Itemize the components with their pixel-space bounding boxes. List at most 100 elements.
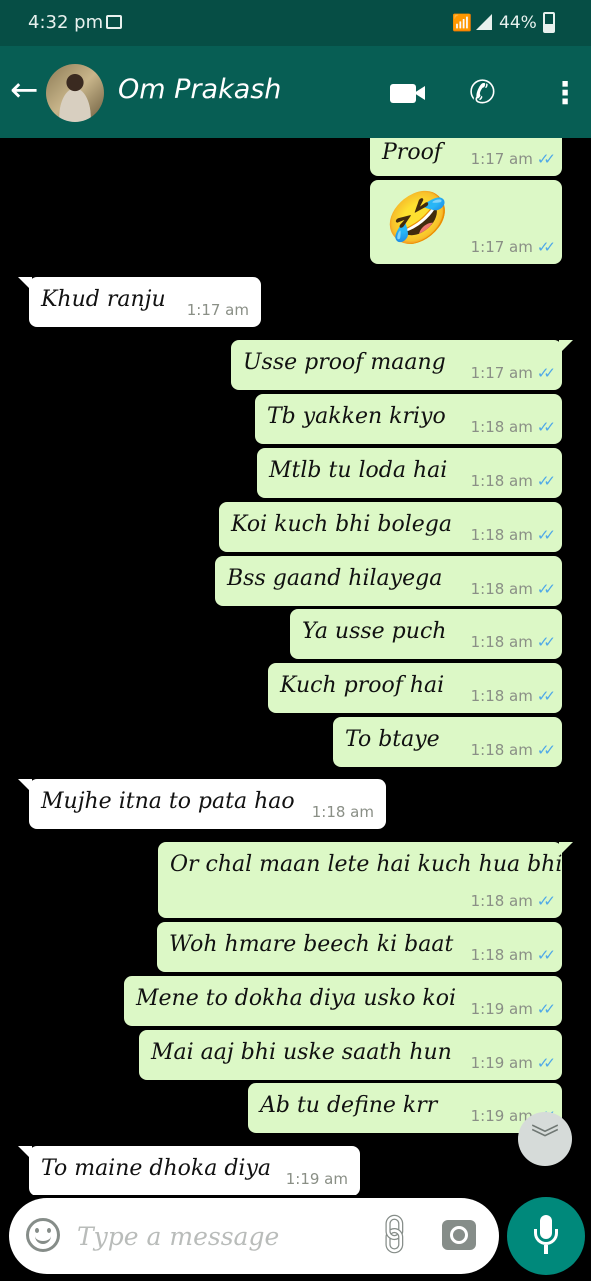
message-meta: 1:17 am ✓✓ [470, 364, 556, 382]
message-meta: 1:18 am ✓✓ [470, 633, 556, 651]
message-meta: 1:18 am ✓✓ [470, 741, 556, 759]
message-meta: 1:17 am ✓✓ [470, 238, 556, 256]
status-time: 4:32 pm [28, 12, 104, 33]
contact-avatar[interactable] [46, 64, 104, 122]
message-text: Ya usse puch [302, 619, 447, 644]
message-bubble-in[interactable]: Khud ranju 1:17 am [18, 277, 261, 327]
read-receipt-icon: ✓✓ [536, 472, 556, 490]
message-bubble-out[interactable]: Mai aaj bhi uske saath hun 1:19 am ✓✓ [139, 1030, 562, 1080]
message-bubble-out[interactable]: Mtlb tu loda hai 1:18 am ✓✓ [257, 448, 562, 498]
message-time: 1:18 am [470, 472, 533, 490]
message-meta: 1:18 am ✓✓ [470, 687, 556, 705]
double-chevron-down-icon[interactable]: ︾ [518, 1112, 572, 1166]
video-call-icon[interactable] [390, 84, 425, 103]
message-bubble-out[interactable]: Bss gaand hilayega 1:18 am ✓✓ [215, 556, 562, 606]
message-bubble-out[interactable]: 🤣 1:17 am ✓✓ [370, 180, 562, 264]
message-time: 1:18 am [311, 803, 374, 821]
message-time: 1:19 am [470, 1000, 533, 1018]
mic-icon-stand [544, 1245, 548, 1254]
message-text: Ab tu define krr [260, 1093, 438, 1118]
message-meta: 1:17 am [187, 301, 249, 319]
message-time: 1:18 am [470, 418, 533, 436]
emoji-message: 🤣 [382, 189, 445, 247]
signal-icon [476, 14, 492, 30]
more-vert-icon[interactable]: ⋮ [550, 76, 580, 112]
attach-icon[interactable]: 🔗︎ [367, 1206, 423, 1262]
message-bubble-out[interactable]: Usse proof maang 1:17 am ✓✓ [231, 340, 573, 390]
read-receipt-icon: ✓✓ [536, 1000, 556, 1018]
message-bubble-in[interactable]: To maine dhoka diya 1:19 am [18, 1146, 360, 1195]
message-text: To maine dhoka diya [41, 1156, 272, 1181]
message-meta: 1:18 am ✓✓ [470, 946, 556, 964]
message-text: Usse proof maang [243, 350, 446, 375]
message-meta: 1:17 am ✓✓ [470, 150, 556, 168]
message-time: 1:18 am [470, 741, 533, 759]
read-receipt-icon: ✓✓ [536, 687, 556, 705]
message-time: 1:17 am [470, 150, 533, 168]
message-list[interactable]: Proof 1:17 am ✓✓ 🤣 1:17 am ✓✓ Khud ranju 1… [0, 138, 591, 1195]
message-bubble-out[interactable]: Ab tu define krr 1:19 am✓✓ [248, 1083, 562, 1133]
message-bubble-out[interactable]: Tb yakken kriyo 1:18 am ✓✓ [255, 394, 562, 444]
message-composer: 🔗︎ [9, 1198, 499, 1274]
emoji-icon[interactable] [26, 1218, 60, 1252]
contact-name[interactable]: Om Prakash [118, 74, 281, 105]
message-text: Bss gaand hilayega [227, 566, 443, 591]
message-input[interactable] [77, 1216, 367, 1256]
message-time: 1:18 am [470, 633, 533, 651]
message-bubble-out[interactable]: Or chal maan lete hai kuch hua bhi 1:18 … [158, 842, 573, 918]
chat-header: ← Om Prakash ✆ ⋮ [0, 46, 591, 138]
phone-icon[interactable]: ✆ [469, 74, 496, 110]
message-meta: 1:18 am ✓✓ [470, 892, 556, 910]
message-text: Khud ranju [41, 287, 166, 312]
message-text: Koi kuch bhi bolega [231, 512, 452, 537]
message-meta: 1:19 am [286, 1170, 348, 1188]
message-text: Mai aaj bhi uske saath hun [151, 1040, 452, 1065]
message-time: 1:17 am [186, 301, 249, 319]
read-receipt-icon: ✓✓ [536, 741, 556, 759]
read-receipt-icon: ✓✓ [536, 364, 556, 382]
read-receipt-icon: ✓✓ [536, 946, 556, 964]
message-text: Kuch proof hai [280, 673, 445, 698]
read-receipt-icon: ✓✓ [536, 418, 556, 436]
message-bubble-out[interactable]: To btaye 1:18 am ✓✓ [333, 717, 562, 767]
message-bubble-out[interactable]: Mene to dokha diya usko koi 1:19 am ✓✓ [124, 976, 562, 1026]
message-meta: 1:19 am✓✓ [471, 1054, 556, 1072]
message-time: 1:17 am [470, 238, 533, 256]
message-time: 1:18 am [470, 946, 533, 964]
battery-icon [543, 12, 555, 33]
message-time: 1:19 am [285, 1170, 348, 1188]
mic-button[interactable] [507, 1197, 585, 1275]
message-text: Mtlb tu loda hai [269, 458, 448, 483]
read-receipt-icon: ✓✓ [536, 526, 556, 544]
message-meta: 1:18 am ✓✓ [471, 580, 556, 598]
status-bar: 4:32 pm 📶 44% [0, 0, 591, 46]
message-text: Mujhe itna to pata hao [41, 789, 295, 814]
message-text: Proof [382, 140, 442, 165]
message-time: 1:18 am [470, 526, 533, 544]
message-bubble-out[interactable]: Ya usse puch 1:18 am ✓✓ [290, 609, 562, 659]
message-meta: 1:18 am ✓✓ [470, 418, 556, 436]
message-bubble-out[interactable]: Koi kuch bhi bolega 1:18 am ✓✓ [219, 502, 562, 552]
message-meta: 1:19 am✓✓ [470, 1000, 556, 1018]
message-meta: 1:18 am [312, 803, 374, 821]
message-bubble-in[interactable]: Mujhe itna to pata hao 1:18 am [18, 779, 386, 829]
battery-percent: 44% [499, 13, 537, 33]
camera-icon[interactable] [442, 1220, 476, 1250]
message-text: Woh hmare beech ki baat [169, 932, 454, 957]
message-meta: 1:18 am ✓✓ [470, 472, 556, 490]
message-time: 1:17 am [470, 364, 533, 382]
read-receipt-icon: ✓✓ [536, 633, 556, 651]
mic-icon-cup [534, 1229, 558, 1245]
message-bubble-out[interactable]: Proof 1:17 am ✓✓ [370, 138, 562, 176]
message-time: 1:18 am [470, 892, 533, 910]
message-bubble-out[interactable]: Kuch proof hai 1:18 am ✓✓ [268, 663, 562, 713]
back-arrow-icon[interactable]: ← [10, 70, 39, 110]
read-receipt-icon: ✓✓ [536, 892, 556, 910]
message-text: Or chal maan lete hai kuch hua bhi [170, 852, 563, 877]
wifi-icon: 📶 [452, 13, 472, 32]
message-text: Tb yakken kriyo [267, 404, 446, 429]
read-receipt-icon: ✓✓ [536, 1054, 556, 1072]
message-time: 1:18 am [470, 687, 533, 705]
message-bubble-out[interactable]: Woh hmare beech ki baat 1:18 am ✓✓ [157, 922, 562, 972]
read-receipt-icon: ✓✓ [536, 238, 556, 256]
